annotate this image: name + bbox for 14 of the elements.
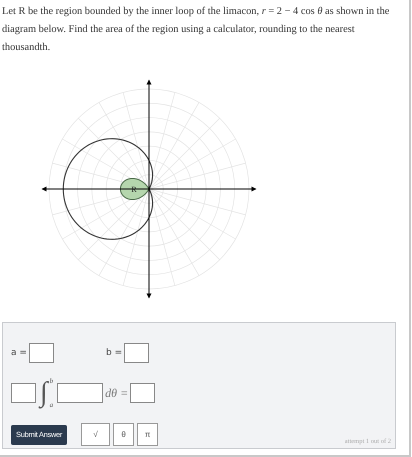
symbol-button[interactable]: √ xyxy=(81,423,110,446)
coefficient-input[interactable] xyxy=(11,383,36,403)
symbol-button[interactable]: π xyxy=(137,423,158,446)
answer-input[interactable] xyxy=(130,383,156,403)
inner-loop-region xyxy=(120,178,150,200)
symbol-button[interactable]: θ xyxy=(113,423,134,446)
bound-label: b = xyxy=(106,348,122,358)
bound-label: a = xyxy=(11,348,27,358)
bound-input[interactable] xyxy=(124,343,150,363)
differential-text: dθ = xyxy=(105,386,128,400)
integral-sign: ∫ xyxy=(40,379,48,407)
bound-input[interactable] xyxy=(28,343,54,363)
question-text: Let R be the region bounded by the inner loop of the limacon, r = 2 − 4 cos θ as shown in the diagram below. Find the area of the region using a calculator, rounding to the nearest thousandth. xyxy=(1,5,390,55)
integrand-input[interactable] xyxy=(57,383,104,403)
